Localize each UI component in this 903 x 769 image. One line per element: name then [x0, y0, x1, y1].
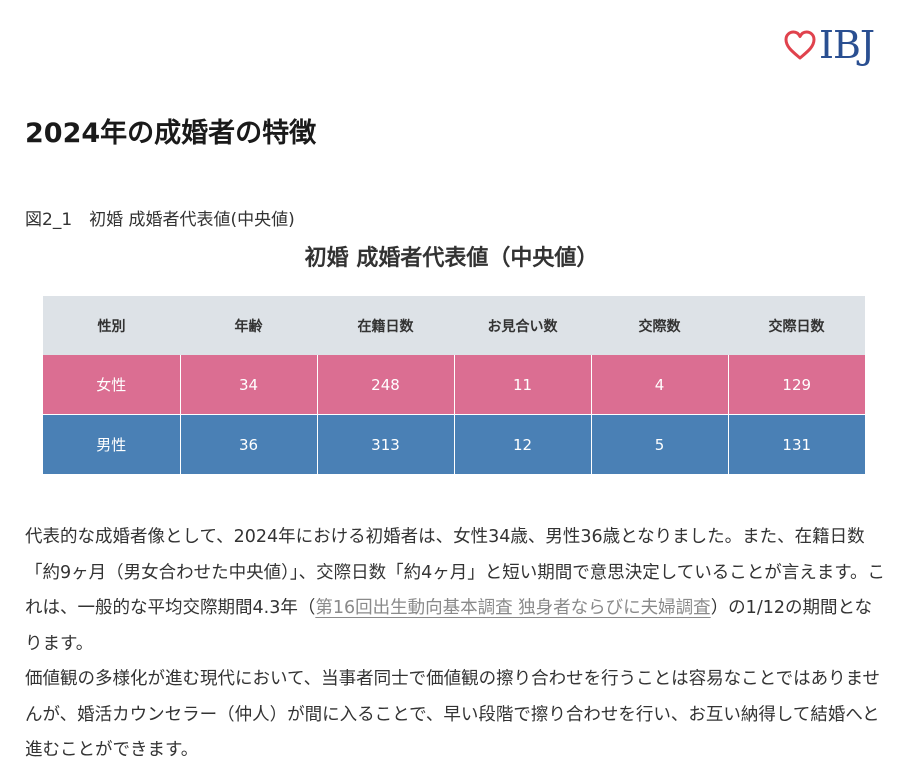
- table-row-male: 男性 36 313 12 5 131: [43, 414, 865, 474]
- header-relationships: 交際数: [591, 296, 728, 355]
- cell-meetings: 12: [454, 414, 592, 474]
- header-membership-days: 在籍日数: [317, 296, 454, 355]
- header-meetings: お見合い数: [454, 296, 591, 355]
- table-header-row: 性別 年齢 在籍日数 お見合い数 交際数 交際日数: [43, 296, 865, 355]
- cell-membership-days: 313: [317, 414, 455, 474]
- cell-membership-days: 248: [317, 355, 455, 415]
- paragraph-1: 代表的な成婚者像として、2024年における初婚者は、女性34歳、男性36歳となり…: [25, 520, 885, 662]
- header-age: 年齢: [180, 296, 317, 355]
- cell-relationships: 4: [591, 355, 729, 415]
- cell-gender: 女性: [43, 355, 181, 415]
- paragraph-2: 価値観の多様化が進む現代において、当事者同士で価値観の擦り合わせを行うことは容易…: [25, 669, 881, 760]
- logo-text: IBJ: [819, 23, 875, 67]
- figure-caption: 図2_1 初婚 成婚者代表値(中央値): [25, 210, 295, 230]
- chart-title: 初婚 成婚者代表値（中央値）: [304, 246, 599, 271]
- ibj-logo[interactable]: IBJ: [783, 18, 875, 72]
- cell-age: 36: [180, 414, 318, 474]
- cell-relationship-days: 131: [728, 414, 865, 474]
- cell-meetings: 11: [454, 355, 592, 415]
- cell-relationship-days: 129: [728, 355, 865, 415]
- stats-table: 性別 年齢 在籍日数 お見合い数 交際数 交際日数 女性 34 248 11 4…: [43, 296, 865, 474]
- cell-gender: 男性: [43, 414, 181, 474]
- cell-relationships: 5: [591, 414, 729, 474]
- cell-age: 34: [180, 355, 318, 415]
- page-title: 2024年の成婚者の特徴: [25, 118, 317, 149]
- heart-icon: [784, 30, 816, 60]
- header-relationship-days: 交際日数: [728, 296, 865, 355]
- header-gender: 性別: [43, 296, 180, 355]
- table-row-female: 女性 34 248 11 4 129: [43, 355, 865, 415]
- survey-link[interactable]: 第16回出生動向基本調査 独身者ならびに夫婦調査: [315, 598, 710, 618]
- body-text: 代表的な成婚者像として、2024年における初婚者は、女性34歳、男性36歳となり…: [25, 520, 885, 769]
